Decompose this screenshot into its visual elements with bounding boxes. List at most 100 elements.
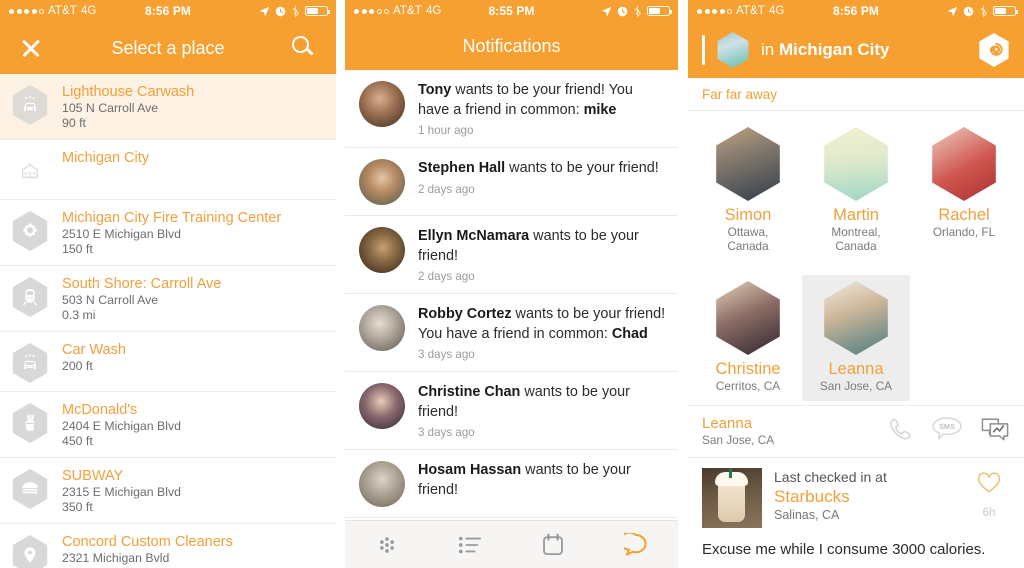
user-avatar[interactable] <box>717 32 749 68</box>
place-info: Lighthouse Carwash 105 N Carroll Ave 90 … <box>62 83 326 131</box>
place-list-item[interactable]: Car Wash 200 ft <box>0 332 336 392</box>
friend-grid-row-2[interactable]: Christine Cerritos, CA Leanna San Jose, … <box>688 265 1024 405</box>
notification-sender: Ellyn McNamara <box>418 228 530 244</box>
pin-glyph <box>989 42 1003 56</box>
avatar[interactable] <box>359 461 405 507</box>
contact-info: Leanna San Jose, CA <box>702 415 774 448</box>
friend-cell[interactable]: Leanna San Jose, CA <box>802 275 910 401</box>
speech-bubble-icon <box>624 532 647 556</box>
page-title: Notifications <box>462 35 561 56</box>
place-list-item[interactable]: South Shore: Carroll Ave 503 N Carroll A… <box>0 266 336 332</box>
notification-item[interactable]: Tony wants to be your friend! You have a… <box>345 70 678 148</box>
sms-glyph: SMS <box>932 417 962 440</box>
friend-cell[interactable]: Rachel Orlando, FL <box>910 121 1018 261</box>
checkin-row[interactable]: Last checked in at Starbucks Salinas, CA… <box>688 458 1024 534</box>
notification-sender: Christine Chan <box>418 384 521 400</box>
page-title: Select a place <box>111 37 225 58</box>
place-list-item[interactable]: McDonald's 2404 E Michigan Blvd 450 ft <box>0 392 336 458</box>
friend-location: Montreal, Canada <box>831 225 881 253</box>
panel-divider-1 <box>336 0 345 568</box>
tab-discover[interactable] <box>345 521 428 568</box>
checkin-time: 6h <box>982 507 996 519</box>
fire-station-icon <box>10 211 50 251</box>
tab-calendar[interactable] <box>512 521 595 568</box>
place-info: Car Wash 200 ft <box>62 341 326 374</box>
avatar[interactable] <box>359 383 405 429</box>
contact-name: Leanna <box>702 415 753 432</box>
notification-time: 3 days ago <box>418 348 475 361</box>
place-name: Car Wash <box>62 342 126 358</box>
checkin-message: Excuse me while I consume 3000 calories. <box>702 541 986 558</box>
notification-item[interactable]: Robby Cortez wants to be your friend! Yo… <box>345 294 678 372</box>
checkin-body: Last checked in at Starbucks Salinas, CA <box>774 468 968 528</box>
notification-list[interactable]: Tony wants to be your friend! You have a… <box>345 70 678 518</box>
notification-time: 2 days ago <box>418 182 475 196</box>
calendar-icon <box>543 533 564 556</box>
notification-item[interactable]: Stephen Hall wants to be your friend! 2 … <box>345 148 678 216</box>
panel-divider-2 <box>678 0 688 568</box>
place-address: 2321 Michigan Bvld <box>62 551 170 565</box>
tab-chat[interactable] <box>595 521 678 568</box>
nav-prefix: in <box>761 40 779 59</box>
contact-actions: SMS <box>887 416 1010 448</box>
heart-icon[interactable] <box>977 472 1001 499</box>
friend-name: Christine <box>715 360 781 378</box>
notification-item[interactable]: Hosam Hassan wants to be your friend! <box>345 450 678 518</box>
sms-icon[interactable]: SMS <box>930 416 964 447</box>
avatar <box>716 127 780 201</box>
place-name: McDonald's <box>62 402 138 418</box>
notification-sender: Tony <box>418 82 452 98</box>
location-pin-icon[interactable] <box>979 33 1009 67</box>
notification-item[interactable]: Ellyn McNamara wants to be your friend! … <box>345 216 678 294</box>
friend-cell[interactable]: Christine Cerritos, CA <box>694 275 802 401</box>
avatar[interactable] <box>359 305 405 351</box>
place-list-item[interactable]: Concord Custom Cleaners 2321 Michigan Bv… <box>0 524 336 568</box>
friend-cell[interactable]: Simon Ottawa, Canada <box>694 121 802 261</box>
battery-icon <box>305 5 330 17</box>
avatar[interactable] <box>359 159 405 205</box>
place-list-item[interactable]: SUBWAY 2315 E Michigan Blvd 350 ft <box>0 458 336 524</box>
contact-row[interactable]: Leanna San Jose, CA SMS <box>688 405 1024 458</box>
tab-list[interactable] <box>428 521 511 568</box>
screenshot-stage: AT&T 4G 8:56 PM Select a place Lighthous… <box>0 0 1024 568</box>
status-bar-3: AT&T 4G 8:56 PM <box>688 0 1024 22</box>
place-address: 2315 E Michigan Blvd <box>62 485 181 499</box>
panel-select-a-place: AT&T 4G 8:56 PM Select a place Lighthous… <box>0 0 336 568</box>
checkin-venue[interactable]: Starbucks <box>774 486 968 507</box>
notification-item[interactable]: Christine Chan wants to be your friend! … <box>345 372 678 450</box>
place-list-item[interactable]: Michigan City Fire Training Center 2510 … <box>0 200 336 266</box>
friend-grid-row-1[interactable]: Simon Ottawa, Canada Martin Montreal, Ca… <box>688 111 1024 265</box>
place-list[interactable]: Lighthouse Carwash 105 N Carroll Ave 90 … <box>0 74 336 568</box>
notification-message: wants to be your friend! <box>505 160 659 176</box>
checkin-thumbnail <box>702 468 762 528</box>
phone-icon[interactable] <box>887 416 914 448</box>
avatar[interactable] <box>359 81 405 127</box>
avatar <box>824 281 888 355</box>
chat-icon[interactable] <box>980 416 1010 448</box>
notification-time: 2 days ago <box>418 270 475 283</box>
avatar <box>932 127 996 201</box>
tab-bar[interactable] <box>345 520 678 568</box>
notification-text: Ellyn McNamara wants to be your friend! <box>418 227 666 266</box>
notification-text: Hosam Hassan wants to be your friend! <box>418 461 666 500</box>
notification-text: Tony wants to be your friend! You have a… <box>418 81 666 120</box>
notification-sender: Robby Cortez <box>418 306 512 322</box>
place-name: South Shore: Carroll Ave <box>62 276 222 292</box>
friend-name: Rachel <box>938 206 990 224</box>
carwash-icon <box>10 85 50 125</box>
friend-location: Orlando, FL <box>932 225 996 239</box>
status-bar-1: AT&T 4G 8:56 PM <box>0 0 336 22</box>
notification-text: Robby Cortez wants to be your friend! Yo… <box>418 305 666 344</box>
place-name: Michigan City Fire Training Center <box>62 210 282 226</box>
friend-cell[interactable]: Martin Montreal, Canada <box>802 121 910 261</box>
notification-time: 3 days ago <box>418 426 475 439</box>
friend-name: Simon <box>724 206 772 224</box>
avatar[interactable] <box>359 227 405 273</box>
place-list-item[interactable]: Lighthouse Carwash 105 N Carroll Ave 90 … <box>0 74 336 140</box>
search-icon[interactable] <box>292 36 316 60</box>
chat-glyph <box>981 418 1009 440</box>
nav-bar-select-place: Select a place <box>0 22 336 74</box>
place-list-item[interactable]: Michigan City <box>0 140 336 200</box>
fries-icon <box>10 403 50 443</box>
train-icon <box>10 277 50 317</box>
